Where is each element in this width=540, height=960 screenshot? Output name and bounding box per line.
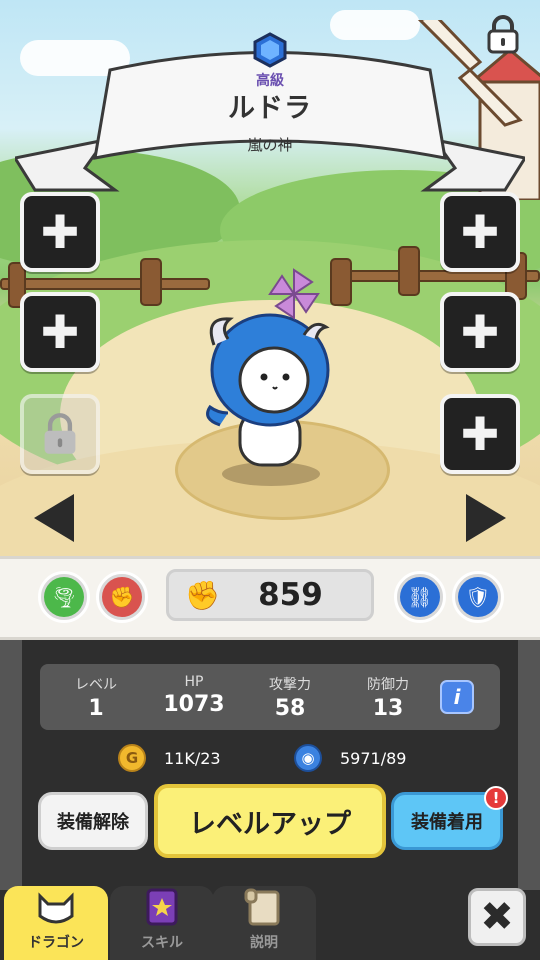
plus-icon: ✚ xyxy=(40,205,80,259)
combat-power-value: 859 xyxy=(258,577,323,613)
gold-amount: 11K/23 xyxy=(164,748,221,768)
tab-description[interactable]: 説明 xyxy=(212,886,316,960)
fence-post xyxy=(330,258,352,306)
next-character-arrow[interactable] xyxy=(466,494,506,542)
soul-stone-icon: ◉ xyxy=(294,744,322,772)
combat-power-box: ✊ 859 xyxy=(166,569,374,621)
element-wind-button[interactable]: 🌪 xyxy=(38,571,90,623)
stat-hp: HP 1073 xyxy=(144,674,244,717)
fist-icon: ✊ xyxy=(185,578,220,612)
scroll-icon xyxy=(244,888,280,926)
cloud xyxy=(330,10,420,40)
pinwheel-decoration xyxy=(268,268,320,320)
plus-icon: ✚ xyxy=(40,305,80,359)
equip-slot-right-3[interactable]: ✚ xyxy=(440,394,520,474)
tab-dragon[interactable]: ドラゴン xyxy=(4,886,108,960)
plus-icon: ✚ xyxy=(460,205,500,259)
info-button[interactable]: i xyxy=(440,680,474,714)
panel-pillar xyxy=(518,640,540,890)
equip-slot-locked[interactable] xyxy=(20,394,100,474)
tab-skill[interactable]: スキル xyxy=(110,886,214,960)
stat-label: レベル xyxy=(75,677,117,693)
equip-slot-right-1[interactable]: ✚ xyxy=(440,192,520,272)
class-attack-button[interactable]: ✊ xyxy=(96,571,148,623)
shield-icon: 🛡 xyxy=(458,577,498,617)
close-icon: ✖ xyxy=(480,894,514,940)
chain-icon: ⛓ xyxy=(400,577,440,617)
fence xyxy=(0,278,210,290)
tornado-icon: 🌪 xyxy=(44,577,84,617)
tab-label: 説明 xyxy=(250,935,278,951)
skill-book-icon xyxy=(146,888,178,926)
lock-icon xyxy=(44,413,76,454)
stat-label: HP xyxy=(184,674,204,690)
stat-defense: 防御力 13 xyxy=(338,674,438,721)
chain-skill-button[interactable]: ⛓ xyxy=(394,571,446,623)
gold-coin-icon: G xyxy=(118,744,146,772)
stat-label: 防御力 xyxy=(367,677,409,693)
fist-icon: ✊ xyxy=(102,577,142,617)
equip-slot-left-2[interactable]: ✚ xyxy=(20,292,100,372)
lock-icon[interactable] xyxy=(485,14,521,54)
stat-level: レベル 1 xyxy=(46,674,146,721)
rank-gem-icon xyxy=(253,32,287,68)
stat-value: 58 xyxy=(274,696,306,721)
soul-amount: 5971/89 xyxy=(340,748,407,768)
equip-slot-right-2[interactable]: ✚ xyxy=(440,292,520,372)
prev-character-arrow[interactable] xyxy=(34,494,74,542)
stat-value: 1073 xyxy=(163,692,225,717)
fence-post xyxy=(398,246,420,296)
soul-resource: ◉ 5971/89 xyxy=(294,744,406,772)
tab-label: ドラゴン xyxy=(28,935,84,951)
plus-icon: ✚ xyxy=(460,407,500,461)
character-name: ルドラ xyxy=(228,93,312,124)
fence-post xyxy=(140,258,162,306)
level-up-button[interactable]: レベルアップ xyxy=(154,784,386,858)
panel-pillar xyxy=(0,640,22,890)
character-title: 嵐の神 xyxy=(247,136,293,154)
stat-value: 1 xyxy=(88,696,104,721)
stat-label: 攻撃力 xyxy=(269,677,311,693)
unequip-button[interactable]: 装備解除 xyxy=(38,792,148,850)
equip-notification-badge: ! xyxy=(484,786,508,810)
plus-icon: ✚ xyxy=(460,305,500,359)
shield-skill-button[interactable]: 🛡 xyxy=(452,571,504,623)
close-button[interactable]: ✖ xyxy=(468,888,526,946)
dragon-character[interactable] xyxy=(200,305,340,475)
gold-resource: G 11K/23 xyxy=(118,744,221,772)
tab-label: スキル xyxy=(141,935,183,951)
stat-value: 13 xyxy=(372,696,404,721)
equip-slot-left-1[interactable]: ✚ xyxy=(20,192,100,272)
stat-attack: 攻撃力 58 xyxy=(240,674,340,721)
dragon-head-icon xyxy=(38,892,74,924)
